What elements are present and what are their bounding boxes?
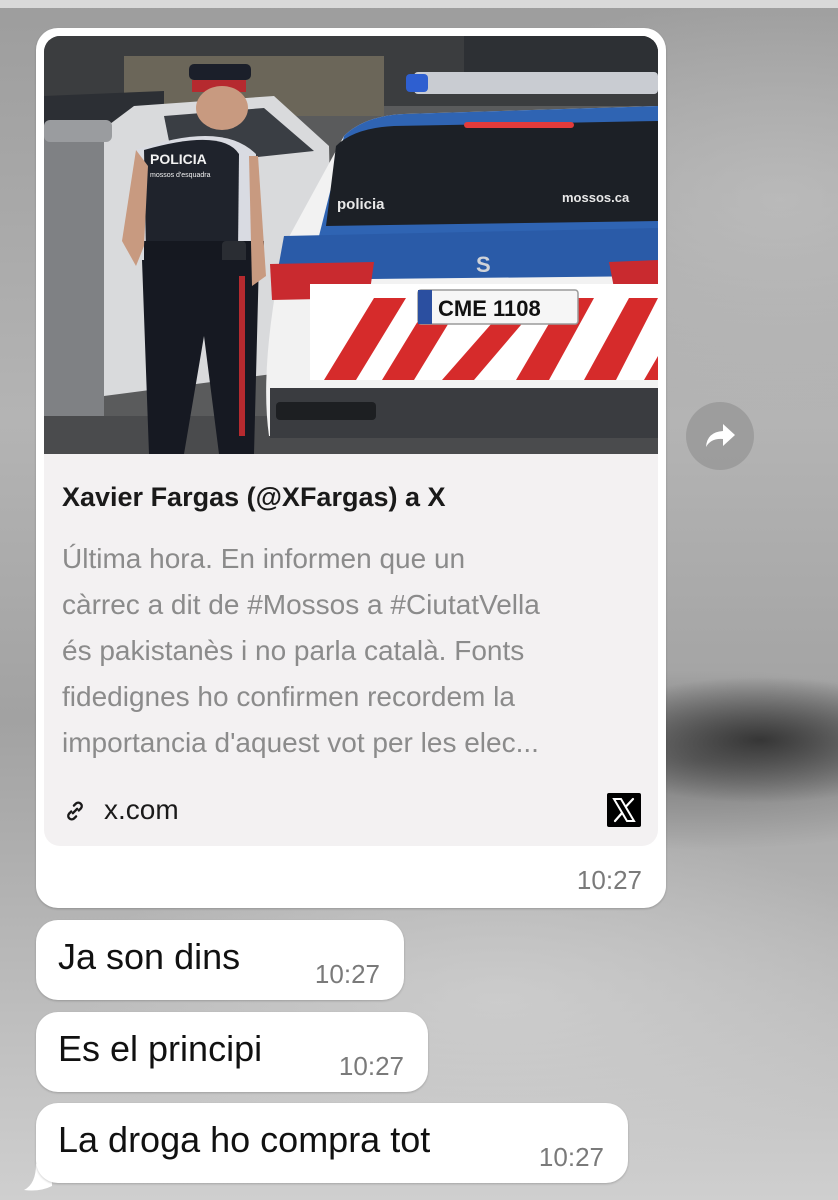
preview-image: policia mossos.ca S CME 1108 POLICIA mos… [44, 36, 658, 454]
preview-domain[interactable]: x.com [104, 794, 179, 826]
car-badge: S [476, 252, 491, 277]
preview-description[interactable]: Última hora. En informen que un càrrec a… [62, 536, 652, 766]
preview-description-line: càrrec a dit de #Mossos a #CiutatVella [62, 589, 540, 620]
window-text-right: mossos.ca [562, 190, 630, 205]
license-plate: CME 1108 [438, 296, 541, 321]
message-time: 10:27 [538, 1142, 604, 1172]
message-text: La droga ho compra tot [58, 1119, 431, 1160]
message-time: 10:27 [338, 1051, 404, 1081]
vest-text: POLICIA [150, 151, 207, 167]
preview-title[interactable]: Xavier Fargas (@XFargas) a X [62, 482, 642, 513]
link-preview-card[interactable]: policia mossos.ca S CME 1108 POLICIA mos… [44, 36, 658, 846]
message-bubble[interactable]: La droga ho compra tot 10:27 [36, 1103, 628, 1183]
x-logo-icon [607, 793, 641, 827]
message-bubble[interactable]: Es el principi 10:27 [36, 1012, 428, 1092]
message-time: 10:27 [314, 959, 380, 989]
message-text: Ja son dins [58, 936, 241, 977]
vest-subtext: mossos d'esquadra [150, 172, 211, 179]
preview-description-line: és pakistanès i no parla català. Fonts [62, 635, 525, 666]
preview-description-line: importancia d'aquest vot per les elec... [62, 727, 539, 758]
link-preview-message[interactable]: policia mossos.ca S CME 1108 POLICIA mos… [36, 28, 666, 908]
message-text: Es el principi [58, 1028, 263, 1069]
preview-description-line: Última hora. En informen que un [62, 543, 466, 574]
link-icon [67, 801, 83, 821]
forward-arrow-icon [706, 424, 735, 447]
forward-button[interactable] [686, 402, 754, 470]
preview-description-line: fidedignes ho confirmen recordem la [62, 681, 515, 712]
message-time: 10:27 [576, 865, 642, 895]
top-edge [0, 0, 838, 8]
message-bubble[interactable]: Ja son dins 10:27 [36, 920, 404, 1000]
window-text-left: policia [337, 196, 385, 213]
